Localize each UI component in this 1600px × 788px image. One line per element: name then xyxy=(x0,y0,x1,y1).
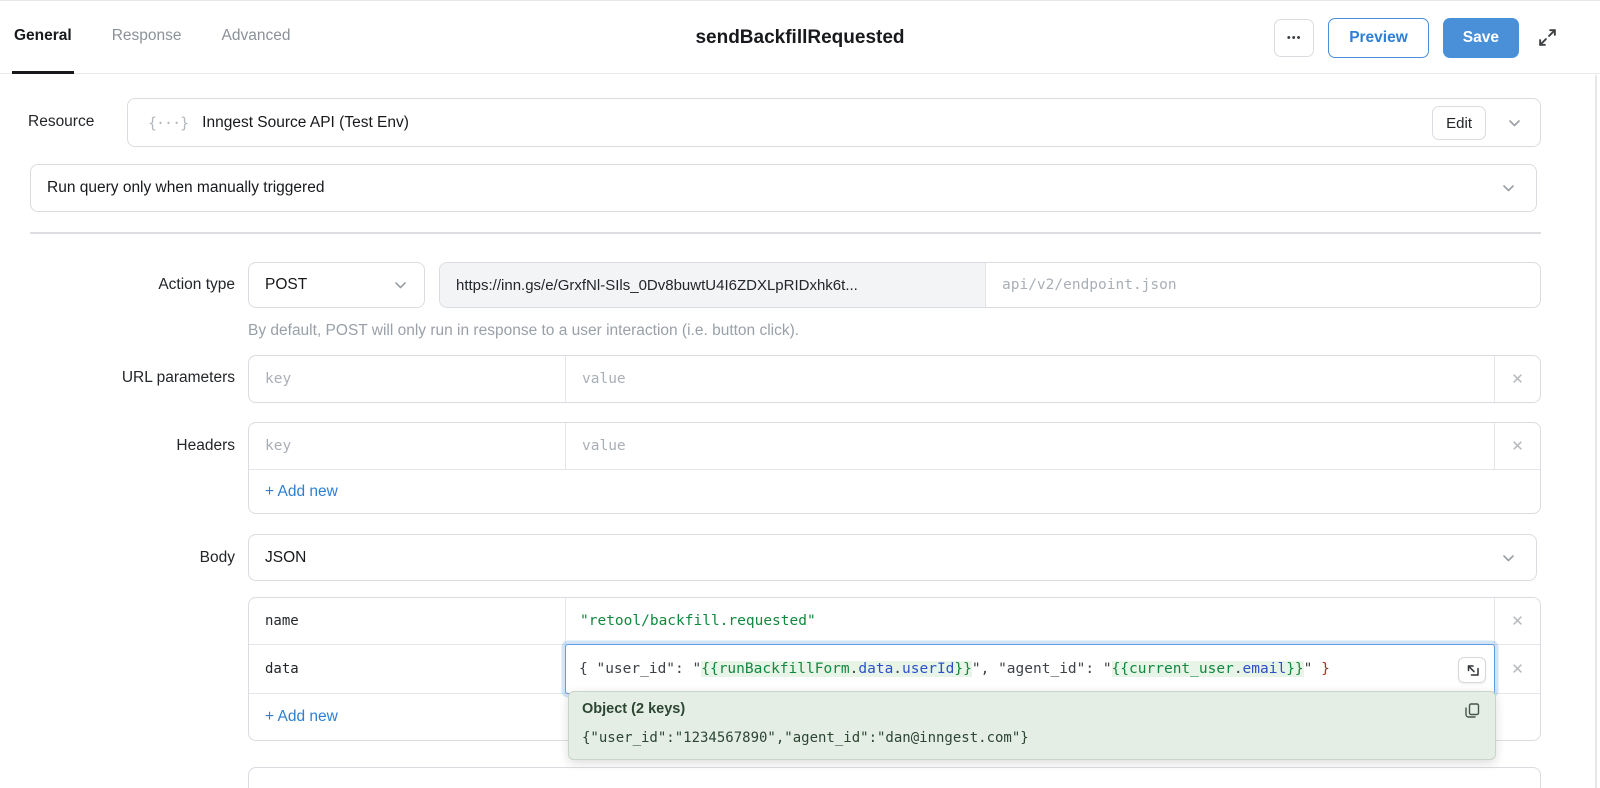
section-divider xyxy=(30,232,1541,234)
http-method-value: POST xyxy=(265,276,308,293)
action-type-label: Action type xyxy=(158,276,235,293)
body-data-code-editor[interactable]: { "user_id": "{{runBackfillForm.data.use… xyxy=(565,644,1495,694)
url-base: https://inn.gs/e/GrxfNl-SIls_0Dv8buwtU4I… xyxy=(440,263,986,307)
resource-label: Resource xyxy=(28,113,95,130)
expand-editor-panel-button[interactable] xyxy=(1537,27,1558,48)
save-button[interactable]: Save xyxy=(1442,17,1519,58)
body-format-value: JSON xyxy=(265,548,307,566)
close-icon: ✕ xyxy=(1511,661,1524,678)
body-row-name: name "retool/backfill.requested" ✕ xyxy=(249,598,1540,644)
headers-label: Headers xyxy=(176,437,235,454)
body-name-key-cell[interactable]: name xyxy=(249,598,566,644)
code-content: { "user_id": "{{runBackfillForm.data.use… xyxy=(579,661,1330,677)
close-icon: ✕ xyxy=(1511,613,1524,630)
body-data-value-cell: { "user_id": "{{runBackfillForm.data.use… xyxy=(565,644,1495,694)
http-method-select[interactable]: POST xyxy=(248,262,425,308)
chevron-down-icon xyxy=(395,276,406,294)
body-name-value-cell[interactable]: "retool/backfill.requested" xyxy=(566,598,1494,644)
url-parameters-label: URL parameters xyxy=(121,369,235,386)
action-help-text: By default, POST will only run in respon… xyxy=(248,322,800,339)
remove-header-button[interactable]: ✕ xyxy=(1494,423,1540,469)
run-mode-value: Run query only when manually triggered xyxy=(47,179,325,196)
remove-url-param-button[interactable]: ✕ xyxy=(1494,356,1540,402)
query-editor-panel: General Response Advanced sendBackfillRe… xyxy=(0,0,1600,788)
remove-body-name-button[interactable]: ✕ xyxy=(1494,598,1540,644)
tab-general[interactable]: General xyxy=(12,1,74,74)
resource-name: Inngest Source API (Test Env) xyxy=(202,113,409,131)
url-endpoint-input[interactable] xyxy=(986,263,1540,307)
query-title: sendBackfillRequested xyxy=(695,26,905,48)
body-row-data: data { "user_id": "{{runBackfillForm.dat… xyxy=(249,644,1540,694)
resource-select[interactable]: {···} Inngest Source API (Test Env) Edit xyxy=(127,98,1541,147)
open-in-editor-button[interactable] xyxy=(1458,657,1486,684)
url-param-key-input[interactable] xyxy=(249,356,565,402)
fullscreen-icon xyxy=(1539,29,1556,46)
header-key-input[interactable] xyxy=(249,423,565,469)
chevron-down-icon xyxy=(1509,114,1520,132)
copy-icon xyxy=(1465,703,1480,718)
url-field: https://inn.gs/e/GrxfNl-SIls_0Dv8buwtU4I… xyxy=(439,262,1541,308)
rest-api-resource-icon: {···} xyxy=(148,113,189,132)
next-section-partial xyxy=(248,767,1541,788)
close-icon: ✕ xyxy=(1511,438,1524,455)
run-mode-select[interactable]: Run query only when manually triggered xyxy=(30,164,1537,212)
tab-advanced[interactable]: Advanced xyxy=(220,1,293,74)
body-key-name: name xyxy=(265,613,299,629)
editor-tabs: General Response Advanced xyxy=(12,1,292,74)
ellipsis-icon: ••• xyxy=(1286,31,1302,44)
url-param-key-cell xyxy=(249,356,566,402)
tab-response[interactable]: Response xyxy=(110,1,184,74)
body-name-value: "retool/backfill.requested" xyxy=(580,613,816,629)
remove-body-data-button[interactable]: ✕ xyxy=(1494,645,1540,693)
header-value-input[interactable] xyxy=(566,423,1494,469)
url-parameters-group: ✕ xyxy=(248,355,1541,403)
copy-value-button[interactable] xyxy=(1464,702,1481,724)
preview-button[interactable]: Preview xyxy=(1328,17,1429,58)
query-editor-header: General Response Advanced sendBackfillRe… xyxy=(0,1,1600,74)
header-actions: ••• Preview Save xyxy=(1274,1,1558,74)
evaluation-preview-popup: Object (2 keys) {"user_id":"1234567890",… xyxy=(568,691,1496,760)
url-param-value-cell xyxy=(566,356,1494,402)
body-data-key-cell[interactable]: data xyxy=(249,645,566,693)
close-icon: ✕ xyxy=(1511,371,1524,388)
edit-resource-button[interactable]: Edit xyxy=(1432,106,1486,140)
chevron-down-icon xyxy=(1503,549,1514,567)
header-key-cell xyxy=(249,423,566,469)
url-parameter-row: ✕ xyxy=(249,356,1540,402)
more-options-button[interactable]: ••• xyxy=(1274,18,1315,57)
body-format-select[interactable]: JSON xyxy=(248,534,1537,581)
body-label: Body xyxy=(199,549,235,566)
header-row: ✕ xyxy=(249,423,1540,469)
url-param-value-input[interactable] xyxy=(566,356,1494,402)
pop-out-editor-icon xyxy=(1467,665,1479,676)
evaluation-type-label: Object (2 keys) xyxy=(582,701,686,717)
headers-group: ✕ + Add new xyxy=(248,422,1541,514)
scrollbar-track[interactable] xyxy=(1595,75,1597,788)
body-key-name: data xyxy=(265,661,299,677)
add-header-button[interactable]: + Add new xyxy=(249,469,1540,513)
header-value-cell xyxy=(566,423,1494,469)
evaluation-value: {"user_id":"1234567890","agent_id":"dan@… xyxy=(582,730,1029,746)
chevron-down-icon xyxy=(1503,179,1514,197)
